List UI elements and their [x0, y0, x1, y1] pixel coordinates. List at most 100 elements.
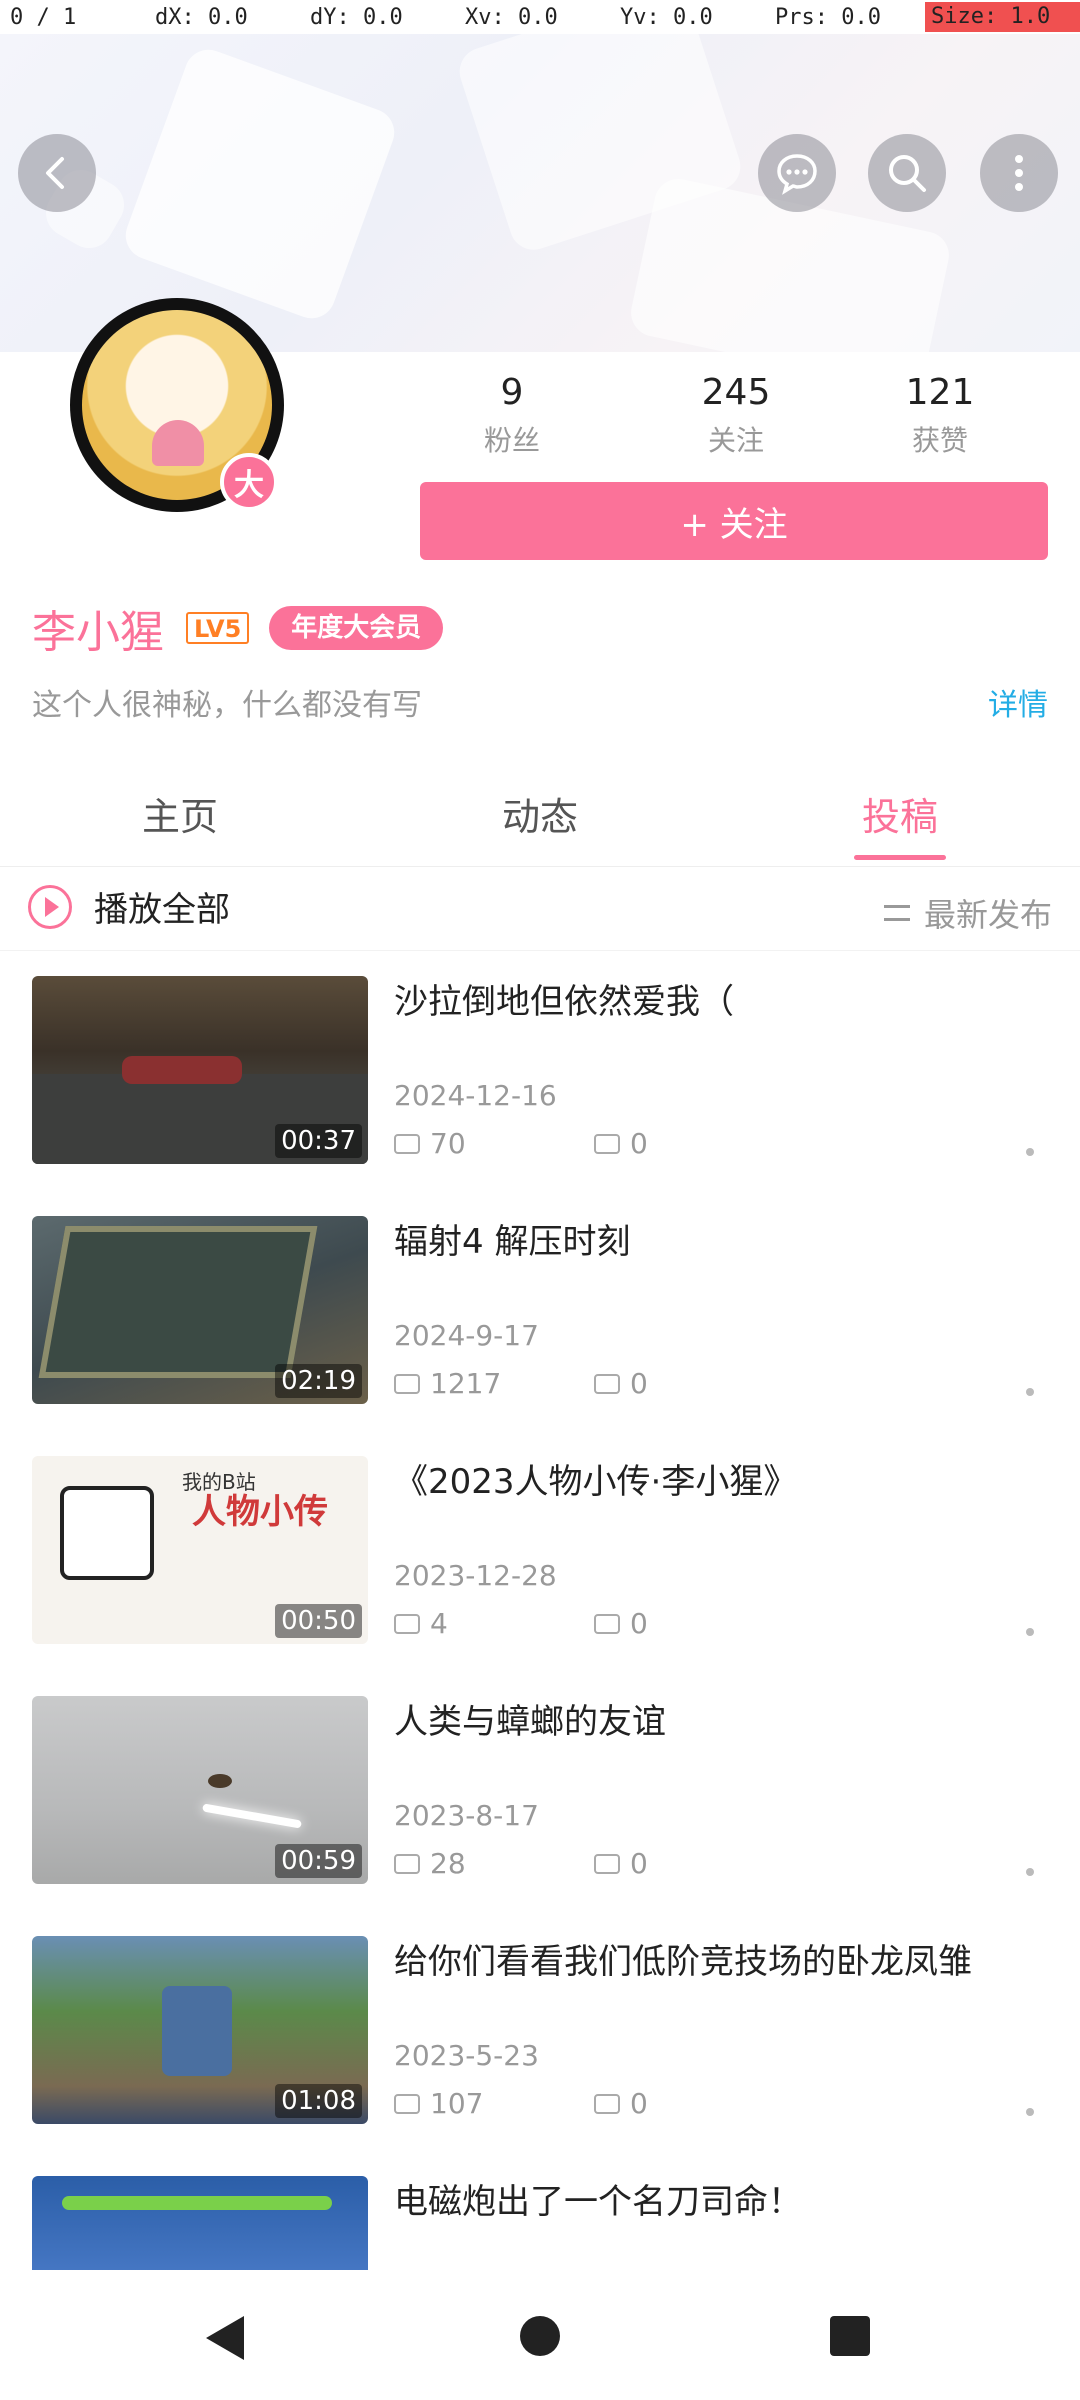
comment-icon: [594, 2094, 620, 2114]
back-button[interactable]: [18, 134, 96, 212]
video-item[interactable]: 01:08 给你们看看我们低阶竞技场的卧龙凤雏 2023-5-23 107 0: [0, 1910, 1080, 2150]
video-duration: 02:19: [275, 1364, 362, 1398]
comments-count: 0: [630, 1607, 648, 1640]
play-all-row: 播放全部 最新发布: [0, 868, 1080, 951]
video-title[interactable]: 给你们看看我们低阶竞技场的卧龙凤雏: [394, 1936, 972, 1988]
comment-icon: [594, 1854, 620, 1874]
play-all-button[interactable]: 播放全部: [28, 882, 230, 931]
nav-home-icon[interactable]: [520, 2316, 560, 2356]
following-count: 245: [701, 372, 771, 413]
video-date: 2023-5-23: [394, 2039, 539, 2072]
more-button[interactable]: [980, 134, 1058, 212]
thumbnail-art: [122, 1056, 242, 1084]
likes-count: 121: [905, 372, 975, 413]
video-thumbnail[interactable]: [32, 2176, 368, 2270]
more-dots-icon: [1026, 2108, 1034, 2116]
thumbnail-art: [202, 1803, 302, 1829]
system-nav-bar: [0, 2270, 1080, 2400]
thumbnail-title: 人物小传: [192, 1492, 328, 1532]
nav-recents-icon[interactable]: [830, 2316, 870, 2356]
sort-button[interactable]: 最新发布: [883, 890, 1052, 936]
nav-back-icon[interactable]: [206, 2316, 244, 2360]
video-title[interactable]: 电磁炮出了一个名刀司命！: [394, 2176, 802, 2228]
video-views: 70: [394, 1124, 466, 1164]
video-thumbnail[interactable]: 01:08: [32, 1936, 368, 2124]
video-title[interactable]: 沙拉倒地但依然爱我（: [394, 976, 734, 1028]
video-more-button[interactable]: [1000, 1362, 1060, 1422]
following-stat[interactable]: 245 关注: [636, 372, 836, 458]
play-count-icon: [394, 1374, 420, 1394]
sort-label: 最新发布: [923, 896, 1052, 934]
likes-stat[interactable]: 121 获赞: [840, 372, 1040, 458]
video-more-button[interactable]: [1000, 1602, 1060, 1662]
fans-label: 粉丝: [483, 424, 540, 457]
views-count: 4: [430, 1607, 448, 1640]
message-button[interactable]: [758, 134, 836, 212]
play-circle-icon: [28, 884, 72, 929]
fans-stat[interactable]: 9 粉丝: [412, 372, 612, 458]
video-item[interactable]: 电磁炮出了一个名刀司命！: [0, 2150, 1080, 2270]
delta-y: dY: 0.0: [310, 4, 403, 30]
thumbnail-art: [38, 1226, 318, 1378]
more-dots-icon: [1026, 1388, 1034, 1396]
play-count-icon: [394, 1614, 420, 1634]
video-item[interactable]: 00:59 人类与蟑螂的友谊 2023-8-17 28 0: [0, 1670, 1080, 1910]
thumbnail-art: [162, 1986, 232, 2076]
video-date: 2024-9-17: [394, 1319, 539, 1352]
video-comments: 0: [594, 2084, 648, 2124]
profile-tabs: 主页 动态 投稿: [0, 760, 1080, 867]
tv-mascot-icon: [60, 1486, 154, 1580]
thumbnail-art: [62, 2196, 332, 2210]
video-title[interactable]: 《2023人物小传·李小猩》: [394, 1456, 797, 1508]
video-views: 107: [394, 2084, 483, 2124]
video-title[interactable]: 辐射4 解压时刻: [394, 1216, 630, 1268]
search-button[interactable]: [868, 134, 946, 212]
video-title[interactable]: 人类与蟑螂的友谊: [394, 1696, 666, 1748]
detail-link[interactable]: 详情: [988, 686, 1048, 726]
video-more-button[interactable]: [1000, 1842, 1060, 1902]
user-name-row: 李小猩 LV5 年度大会员: [32, 596, 444, 660]
comment-icon: [594, 1134, 620, 1154]
more-vertical-icon: [1015, 155, 1023, 191]
avatar[interactable]: 大: [70, 298, 284, 512]
video-item[interactable]: 我的B站 人物小传 00:50 《2023人物小传·李小猩》 2023-12-2…: [0, 1430, 1080, 1670]
video-thumbnail[interactable]: 00:37: [32, 976, 368, 1164]
video-views: 28: [394, 1844, 466, 1884]
views-count: 70: [430, 1127, 466, 1160]
video-thumbnail[interactable]: 我的B站 人物小传 00:50: [32, 1456, 368, 1644]
thumbnail-art: [208, 1774, 232, 1788]
tab-dynamics[interactable]: 动态: [360, 760, 720, 866]
video-date: 2023-8-17: [394, 1799, 539, 1832]
play-count-icon: [394, 1134, 420, 1154]
video-more-button[interactable]: [1000, 2082, 1060, 2142]
comments-count: 0: [630, 1847, 648, 1880]
level-badge[interactable]: LV5: [186, 612, 250, 644]
video-item[interactable]: 00:37 沙拉倒地但依然爱我（ 2024-12-16 70 0: [0, 950, 1080, 1190]
follow-button[interactable]: + 关注: [420, 482, 1048, 560]
video-item[interactable]: 02:19 辐射4 解压时刻 2024-9-17 1217 0: [0, 1190, 1080, 1430]
video-thumbnail[interactable]: 02:19: [32, 1216, 368, 1404]
sort-icon: [883, 905, 910, 921]
comments-count: 0: [630, 1367, 648, 1400]
avatar-badge: 大: [220, 453, 278, 511]
tab-home[interactable]: 主页: [0, 760, 360, 866]
tab-uploads[interactable]: 投稿: [720, 760, 1080, 866]
video-thumbnail[interactable]: 00:59: [32, 1696, 368, 1884]
views-count: 28: [430, 1847, 466, 1880]
video-duration: 00:37: [275, 1124, 362, 1158]
video-date: 2023-12-28: [394, 1559, 557, 1592]
pointer-count: 0 / 1: [10, 4, 77, 30]
play-all-label: 播放全部: [94, 890, 230, 930]
video-duration: 00:59: [275, 1844, 362, 1878]
video-comments: 0: [594, 1124, 648, 1164]
velocity-x: Xv: 0.0: [465, 4, 558, 30]
following-label: 关注: [707, 424, 764, 457]
video-more-button[interactable]: [1000, 1122, 1060, 1182]
bio-row: 这个人很神秘，什么都没有写 详情: [32, 686, 1048, 726]
bio-text: 这个人很神秘，什么都没有写: [32, 688, 422, 723]
pressure: Prs: 0.0: [775, 4, 881, 30]
touch-size: Size: 1.0: [925, 2, 1080, 32]
vip-badge[interactable]: 年度大会员: [269, 606, 444, 650]
play-count-icon: [394, 2094, 420, 2114]
play-count-icon: [394, 1854, 420, 1874]
